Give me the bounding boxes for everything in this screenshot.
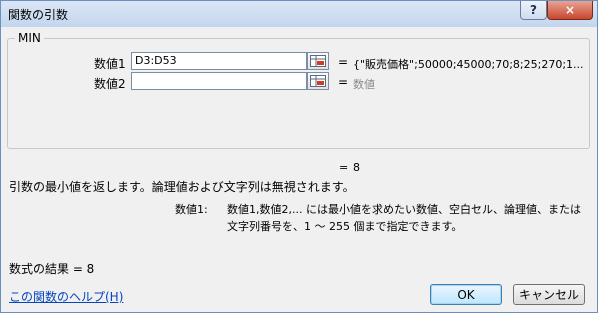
- arg2-equals: =: [338, 75, 349, 89]
- arg1-value: {"販売価格";50000;45000;70;8;25;270;1...: [353, 58, 584, 71]
- range-select-icon: [310, 55, 326, 67]
- help-icon[interactable]: ?: [520, 1, 547, 20]
- result-value: 8: [353, 161, 360, 174]
- arg1-equals: =: [338, 55, 349, 69]
- result-equals: =: [339, 161, 349, 174]
- arg2-value-placeholder: 数値: [353, 78, 375, 91]
- ok-button[interactable]: OK: [430, 284, 502, 305]
- argument-help-text: 数値1,数値2,... には最小値を求めたい数値、空白セル、論理値、または文字列…: [227, 203, 581, 233]
- function-description: 引数の最小値を返します。論理値および文字列は無視されます。: [9, 180, 355, 194]
- arg2-label: 数値2: [94, 77, 126, 91]
- arg1-collapse-button[interactable]: [307, 52, 329, 70]
- dialog-title: 関数の引数: [8, 8, 69, 22]
- arg2-collapse-button[interactable]: [307, 72, 329, 90]
- arg1-input[interactable]: D3:D53: [131, 52, 307, 70]
- arg2-input[interactable]: [131, 72, 307, 90]
- formula-result: 数式の結果 = 8: [9, 262, 95, 276]
- function-name: MIN: [15, 31, 44, 45]
- cancel-button[interactable]: キャンセル: [513, 284, 585, 305]
- function-help-link[interactable]: この関数のヘルプ(H): [9, 288, 123, 305]
- title-bar[interactable]: 関数の引数 ? ×: [1, 1, 597, 27]
- function-arguments-dialog: 関数の引数 ? × MIN 数値1 D3:D53 = {"販売価格";50000…: [0, 0, 598, 313]
- close-icon[interactable]: ×: [547, 1, 593, 20]
- argument-help-name: 数値1:: [175, 203, 208, 216]
- range-select-icon: [310, 75, 326, 87]
- arg1-label: 数値1: [94, 57, 126, 71]
